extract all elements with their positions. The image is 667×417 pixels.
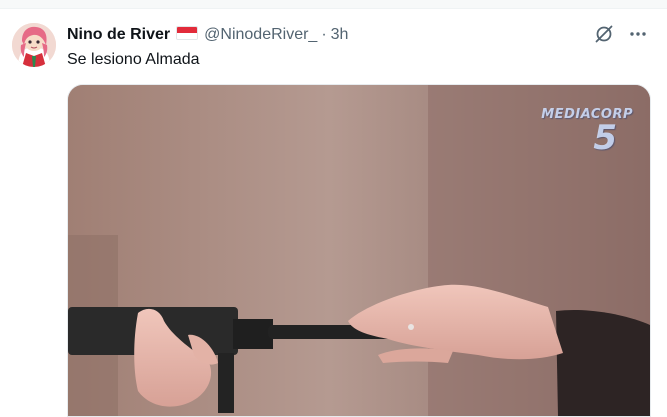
tweet-header: Nino de River @NinodeRiver_ · 3h: [67, 24, 348, 46]
flag-icon: [176, 26, 199, 40]
tweet-text: Se lesiono Almada: [67, 51, 200, 68]
separator-dot: ·: [321, 26, 327, 43]
tweet-card[interactable]: Nino de River @NinodeRiver_ · 3h Se lesi…: [0, 9, 667, 417]
display-name[interactable]: Nino de River: [67, 26, 170, 44]
timestamp[interactable]: 3h: [331, 26, 349, 44]
channel-watermark: MEDIACORP 5: [541, 107, 633, 158]
previous-post-divider: [0, 0, 667, 9]
avatar[interactable]: [12, 23, 56, 67]
watermark-brand: MEDIACORP: [541, 107, 633, 122]
media-video[interactable]: MEDIACORP 5: [67, 84, 651, 417]
tweet-actions: [593, 23, 649, 45]
more-options-icon[interactable]: [627, 23, 649, 45]
watermark-channel: 5: [593, 118, 617, 158]
grok-icon[interactable]: [593, 23, 615, 45]
user-handle[interactable]: @NinodeRiver_: [204, 26, 317, 44]
